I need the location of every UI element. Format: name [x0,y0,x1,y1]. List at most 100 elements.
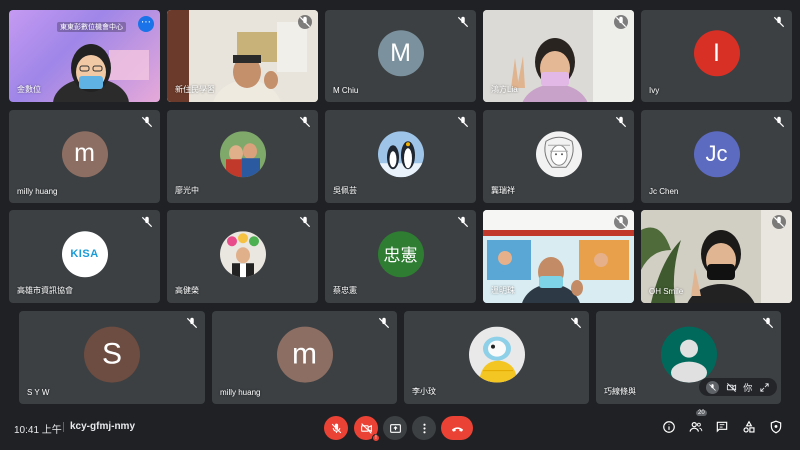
more-options-icon[interactable]: ⋯ [138,16,154,32]
mic-off-icon [761,316,775,330]
mic-off-icon [772,115,786,129]
present-button[interactable] [383,416,407,440]
participant-name: 高雄市資訊協會 [17,286,73,295]
host-controls-button[interactable] [768,419,784,435]
host-controls-icon [770,420,782,434]
participant-tile-8[interactable]: 吳佩芸 [325,110,476,203]
mic-off-icon [614,115,628,129]
mic-off-icon [456,15,470,29]
mic-off-icon [140,115,154,129]
avatar: I [693,30,740,77]
mic-off-icon [569,316,583,330]
mic-off-icon [298,115,312,129]
clock: 10:41 上午 [14,425,62,436]
participant-name: 金數位 [17,85,41,94]
mic-off-icon [377,316,391,330]
mic-off-icon [331,423,341,433]
mic-off-icon [456,115,470,129]
participant-name: 高健榮 [175,286,199,295]
mic-toggle-button[interactable] [324,416,348,440]
participant-tile-13[interactable]: 忠憲 蔡忠憲 [325,210,476,303]
participant-tile-16[interactable]: S S Y W [19,311,205,404]
participant-tile-7[interactable]: 廖光中 [167,110,318,203]
self-mic-off-icon[interactable] [706,380,720,394]
participant-name: milly huang [17,187,58,196]
activities-icon [743,420,755,433]
people-icon [689,422,703,432]
profile-photo [535,130,582,177]
warning-icon: ! [372,434,380,442]
participant-name: 龔瑞祥 [491,186,515,195]
org-logo: KISA [61,230,108,277]
participant-name: Ivy [649,86,660,95]
avatar: M [377,30,424,77]
avatar: Jc [693,130,740,177]
profile-photo [468,326,525,383]
participant-tile-10[interactable]: Jc Jc Chen [641,110,792,203]
avatar: 忠憲 [377,230,424,277]
camera-toggle-button[interactable]: ! [354,416,380,442]
profile-photo [219,130,266,177]
self-tile-controls: 你 [699,378,777,396]
fullscreen-icon[interactable] [759,382,770,393]
participant-tile-6[interactable]: m milly huang [9,110,160,203]
info-icon [663,421,675,433]
participant-name: 新住民學習 [175,85,215,94]
mic-off-icon [185,316,199,330]
org-badge: 東東彭數位機會中心 [57,22,126,32]
participant-tile-19[interactable]: 巧線條與 你 [596,311,781,404]
meeting-code: kcy-gfmj-nmy [70,421,136,432]
participant-tile-2[interactable]: 新住民學習 [167,10,318,102]
participant-name: S Y W [27,388,50,397]
participant-tile-15[interactable]: OH Smile [641,210,792,303]
participant-name: OH Smile [649,287,684,296]
participant-name: 鴻方Lia [491,85,518,94]
participant-tile-14[interactable]: 溫明珠 [483,210,634,303]
mic-off-icon [298,215,312,229]
self-camera-off-icon[interactable] [726,382,737,393]
avatar: m [61,130,108,177]
avatar: m [276,326,333,383]
more-options-button[interactable] [412,416,436,440]
participant-name: 巧線條與 [604,387,636,396]
participant-tile-3[interactable]: M M Chiu [325,10,476,102]
camera-off-icon [360,422,372,434]
mic-off-icon [614,15,628,29]
logo-text: KISA [70,247,99,260]
self-label: 你 [743,382,753,393]
participant-count-badge: 20 [696,410,707,416]
participant-tile-11[interactable]: KISA 高雄市資訊協會 [9,210,160,303]
leave-call-button[interactable] [441,416,473,440]
chat-icon [716,421,728,433]
control-bar: 10:41 上午 kcy-gfmj-nmy ! 20 [0,405,800,450]
participant-tile-12[interactable]: 高健榮 [167,210,318,303]
people-button[interactable] [688,419,704,435]
mic-off-icon [298,15,312,29]
participant-tile-9[interactable]: 龔瑞祥 [483,110,634,203]
mic-off-icon [614,215,628,229]
hangup-icon [451,426,463,432]
activities-button[interactable] [741,419,757,435]
avatar [660,326,717,383]
profile-photo [219,230,266,277]
person-icon [670,339,707,383]
mic-off-icon [456,215,470,229]
mic-off-icon [772,15,786,29]
avatar: S [84,326,140,383]
participant-name: 溫明珠 [491,286,515,295]
meeting-details-button[interactable] [661,419,677,435]
profile-photo [377,130,424,177]
participant-name: M Chiu [333,86,359,95]
participant-name: 蔡忠憲 [333,286,357,295]
participant-tile-1[interactable]: 東東彭數位機會中心 ⋯ 金數位 [9,10,160,102]
mic-off-icon [140,215,154,229]
more-icon [422,423,426,433]
mic-off-icon [772,215,786,229]
chat-button[interactable] [714,419,730,435]
participant-name: 吳佩芸 [333,186,357,195]
participant-tile-4[interactable]: 鴻方Lia [483,10,634,102]
participant-tile-17[interactable]: m milly huang [212,311,397,404]
present-icon [389,423,401,433]
participant-tile-5[interactable]: I Ivy [641,10,792,102]
participant-tile-18[interactable]: 李小玟 [404,311,589,404]
